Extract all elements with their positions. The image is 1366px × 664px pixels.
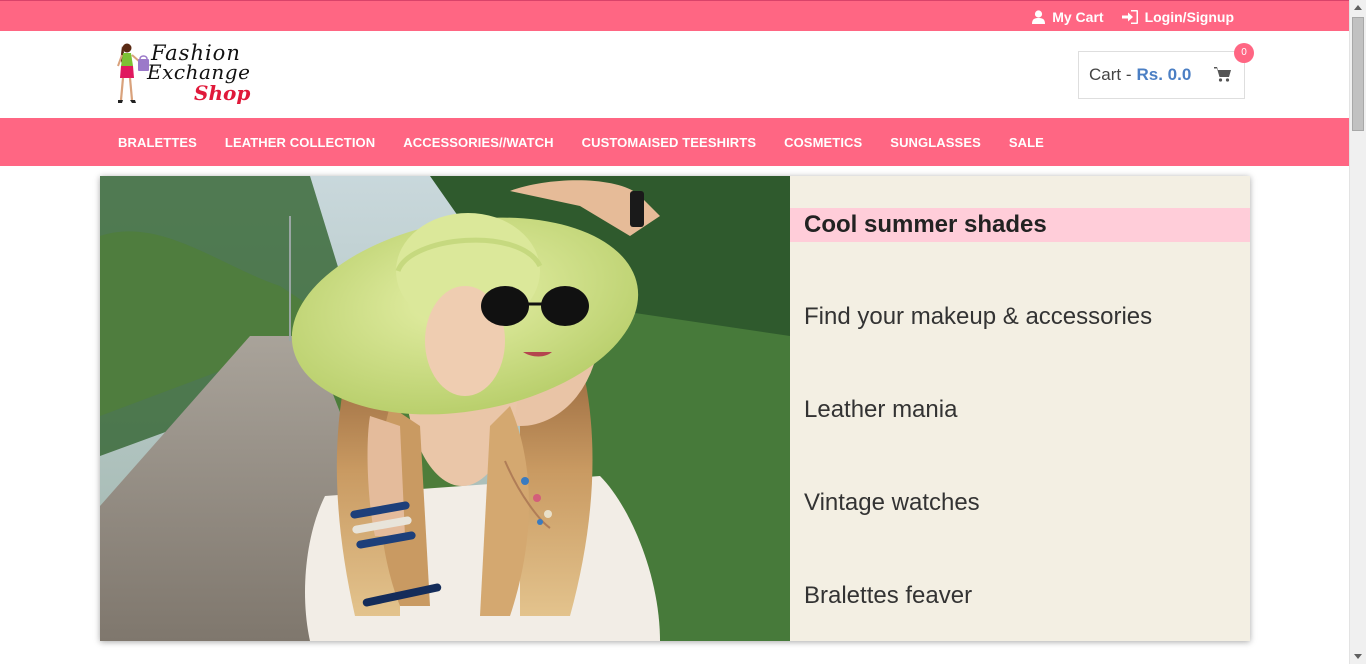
hero-item-bralettes-feaver[interactable]: Bralettes feaver xyxy=(790,579,1250,613)
logo-wordmark: Fashion Exchange Shop xyxy=(147,40,267,110)
cart-count-badge: 0 xyxy=(1234,43,1254,63)
nav-list: BRALETTES LEATHER COLLECTION ACCESSORIES… xyxy=(118,118,1044,166)
hero-item-makeup-accessories[interactable]: Find your makeup & accessories xyxy=(790,300,1250,334)
cart-summary-button[interactable]: Cart - Rs. 0.0 0 xyxy=(1078,43,1254,99)
hero-slider: Cool summer shades Find your makeup & ac… xyxy=(100,176,1250,641)
nav-item-customised-teeshirts[interactable]: CUSTOMAISED TEESHIRTS xyxy=(582,135,757,150)
hero-item-vintage-watches[interactable]: Vintage watches xyxy=(790,486,1250,520)
shopping-cart-icon xyxy=(1214,67,1231,82)
top-bar: My Cart Login/Signup xyxy=(0,0,1349,31)
nav-item-cosmetics[interactable]: COSMETICS xyxy=(784,135,862,150)
top-links: My Cart Login/Signup xyxy=(1032,1,1234,32)
hero-item-leather-mania[interactable]: Leather mania xyxy=(790,393,1250,427)
hero-photo-woman-in-hat xyxy=(100,176,790,641)
scroll-up-arrow-icon[interactable] xyxy=(1354,5,1362,10)
scrollbar-thumb[interactable] xyxy=(1352,17,1364,131)
hero-item-cool-summer-shades[interactable]: Cool summer shades xyxy=(790,208,1250,242)
scroll-down-arrow-icon[interactable] xyxy=(1354,654,1362,659)
main-nav: BRALETTES LEATHER COLLECTION ACCESSORIES… xyxy=(0,118,1349,166)
hero-image[interactable] xyxy=(100,176,790,641)
login-signup-link[interactable]: Login/Signup xyxy=(1121,8,1234,25)
header: Fashion Exchange Shop Cart - Rs. 0.0 0 xyxy=(0,31,1349,118)
cart-label: Cart - xyxy=(1089,65,1132,84)
page-scrollbar[interactable] xyxy=(1349,0,1366,664)
nav-item-bralettes[interactable]: BRALETTES xyxy=(118,135,197,150)
cart-total: Rs. 0.0 xyxy=(1136,65,1192,84)
sign-in-icon xyxy=(1121,9,1138,24)
login-signup-label: Login/Signup xyxy=(1144,8,1234,25)
logo-line-3: Shop xyxy=(194,81,251,105)
nav-item-sale[interactable]: SALE xyxy=(1009,135,1044,150)
user-icon xyxy=(1032,9,1046,24)
my-cart-label: My Cart xyxy=(1052,8,1104,25)
my-cart-link[interactable]: My Cart xyxy=(1032,8,1104,25)
hero-category-panel: Cool summer shades Find your makeup & ac… xyxy=(790,176,1250,641)
nav-item-accessories-watch[interactable]: ACCESSORIES//WATCH xyxy=(403,135,553,150)
page: My Cart Login/Signup Fashion Exchange Sh… xyxy=(0,0,1349,664)
nav-item-sunglasses[interactable]: SUNGLASSES xyxy=(890,135,981,150)
nav-item-leather-collection[interactable]: LEATHER COLLECTION xyxy=(225,135,375,150)
site-logo[interactable]: Fashion Exchange Shop xyxy=(113,40,263,110)
